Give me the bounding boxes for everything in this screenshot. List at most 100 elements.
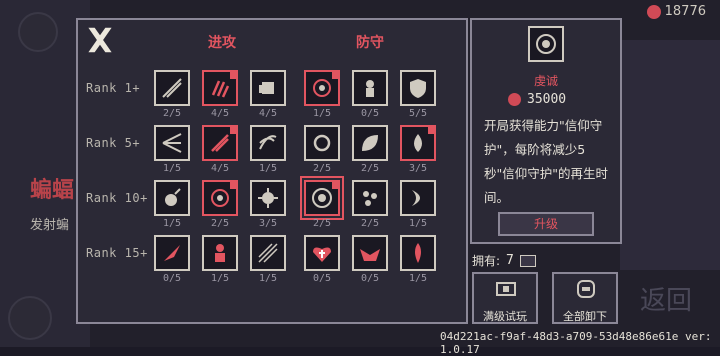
defense-upgrade-slot[interactable] — [304, 70, 340, 106]
drop-icon — [414, 134, 422, 152]
currency-value: 18776 — [664, 4, 706, 19]
owned-label: 拥有: — [472, 254, 501, 268]
defense-upgrade-slot[interactable] — [304, 125, 340, 161]
selected-upgrade-icon — [528, 26, 564, 62]
upgrade-cost-value: 35000 — [527, 92, 567, 107]
defense-upgrade-slot[interactable] — [400, 235, 436, 271]
defense-upgrade-slot[interactable] — [400, 180, 436, 216]
rank-label: Rank 1+ — [86, 81, 141, 95]
max-level-trial-button[interactable]: 满级试玩 — [472, 272, 538, 324]
background-character — [620, 40, 720, 270]
attack-upgrade-slot[interactable] — [250, 70, 286, 106]
attack-upgrade-slot[interactable] — [154, 125, 190, 161]
defense-upgrade-slot[interactable] — [400, 125, 436, 161]
upgrade-cost: 35000 — [508, 92, 566, 107]
defense-upgrade-slot[interactable] — [352, 70, 388, 106]
bomb-icon — [165, 188, 181, 206]
upgrade-button[interactable]: 升级 — [498, 212, 594, 236]
attack-upgrade-count: 1/5 — [258, 273, 278, 284]
attack-upgrade-slot[interactable] — [202, 70, 238, 106]
defense-upgrade-slot[interactable] — [352, 235, 388, 271]
defense-upgrade-slot[interactable] — [352, 180, 388, 216]
winged-icon — [360, 249, 380, 261]
spread-arrow-icon — [162, 133, 182, 153]
target-ring-icon — [313, 79, 331, 97]
character-avatar — [18, 12, 58, 52]
leaf-icon — [362, 135, 378, 151]
attack-column-header: 进攻 — [208, 35, 236, 51]
currency-display: 18776 — [646, 4, 706, 19]
rank-tag-icon — [428, 126, 435, 134]
spiked-orb-icon — [258, 188, 278, 208]
ticket-icon — [519, 254, 536, 267]
attack-upgrade-count: 1/5 — [162, 163, 182, 174]
unequip-all-button[interactable]: 全部卸下 — [552, 272, 618, 324]
owned-value: 7 — [506, 253, 514, 268]
attack-upgrade-slot[interactable] — [202, 180, 238, 216]
attack-upgrade-slot[interactable] — [154, 180, 190, 216]
max-level-trial-label: 满级试玩 — [483, 310, 527, 323]
defense-upgrade-slot[interactable] — [300, 176, 344, 220]
eye-orb-icon — [536, 34, 556, 54]
attack-upgrade-count: 4/5 — [210, 108, 230, 119]
owned-tickets: 拥有: 7 — [472, 252, 536, 269]
close-button[interactable] — [82, 22, 118, 58]
dash-slash-icon — [211, 134, 229, 152]
figure-icon — [215, 244, 225, 262]
attack-upgrade-slot[interactable] — [202, 235, 238, 271]
defense-upgrade-slot[interactable] — [400, 70, 436, 106]
attack-upgrade-count: 4/5 — [258, 108, 278, 119]
rank-tag-icon — [230, 181, 237, 189]
close-icon — [85, 26, 115, 54]
rank-label: Rank 15+ — [86, 246, 148, 260]
defense-upgrade-count: 2/5 — [312, 218, 332, 229]
rank-tag-icon — [230, 126, 237, 134]
defense-upgrade-slot[interactable] — [352, 125, 388, 161]
flame-bloom-icon — [415, 243, 421, 263]
defense-upgrade-count: 5/5 — [408, 108, 428, 119]
rank-tag-icon — [332, 71, 339, 79]
attack-upgrade-count: 1/5 — [258, 163, 278, 174]
version-text: 04d221ac-f9af-48d3-a709-53d48e86e61e ver… — [440, 330, 712, 356]
arrows-icon — [258, 243, 278, 263]
fire-burst-icon — [164, 245, 180, 261]
defense-upgrade-count: 3/5 — [408, 163, 428, 174]
defense-upgrade-count: 2/5 — [360, 218, 380, 229]
rank-label: Rank 10+ — [86, 191, 148, 205]
claw-icon — [211, 80, 230, 98]
cycle-icon — [313, 134, 331, 152]
attack-upgrade-slot[interactable] — [154, 235, 190, 271]
attack-upgrade-slot[interactable] — [202, 125, 238, 161]
attack-upgrade-count: 3/5 — [258, 218, 278, 229]
attack-upgrade-count: 1/5 — [210, 273, 230, 284]
attack-upgrade-count: 0/5 — [162, 273, 182, 284]
upgrade-panel: 进攻 防守 Rank 1+ Rank 5+ Rank 10+ Rank 15+ 2/5 4… — [76, 18, 468, 324]
unequip-icon — [577, 280, 595, 298]
vortex-icon — [259, 135, 277, 150]
unequip-all-label: 全部卸下 — [563, 310, 607, 323]
attack-upgrade-slot[interactable] — [250, 180, 286, 216]
defense-upgrade-count: 0/5 — [360, 273, 380, 284]
attack-upgrade-count: 2/5 — [210, 218, 230, 229]
eye-orb-icon — [312, 188, 332, 208]
skull-ring-icon — [211, 189, 229, 207]
rank-label: Rank 5+ — [86, 136, 141, 150]
soul-gem-icon — [646, 4, 661, 19]
attack-upgrade-slot[interactable] — [154, 70, 190, 106]
attack-upgrade-slot[interactable] — [250, 235, 286, 271]
gem-figure-icon — [366, 80, 374, 97]
attack-upgrade-count: 4/5 — [210, 163, 230, 174]
soul-gem-icon — [508, 93, 521, 106]
attack-upgrade-count: 1/5 — [162, 218, 182, 229]
heart-cross-icon — [313, 247, 331, 262]
ticket-icon — [496, 282, 516, 296]
upgrade-description: 开局获得能力"信仰守护"，每阶将减少5秒"信仰守护"的再生时间。 — [484, 118, 608, 205]
defense-upgrade-count: 2/5 — [360, 163, 380, 174]
defense-upgrade-count: 0/5 — [360, 108, 380, 119]
defense-upgrade-count: 1/5 — [408, 218, 428, 229]
attack-upgrade-slot[interactable] — [250, 125, 286, 161]
defense-upgrade-slot[interactable] — [304, 235, 340, 271]
defense-upgrade-count: 0/5 — [312, 273, 332, 284]
slash-icon — [162, 78, 182, 98]
defense-upgrade-count: 2/5 — [312, 163, 332, 174]
